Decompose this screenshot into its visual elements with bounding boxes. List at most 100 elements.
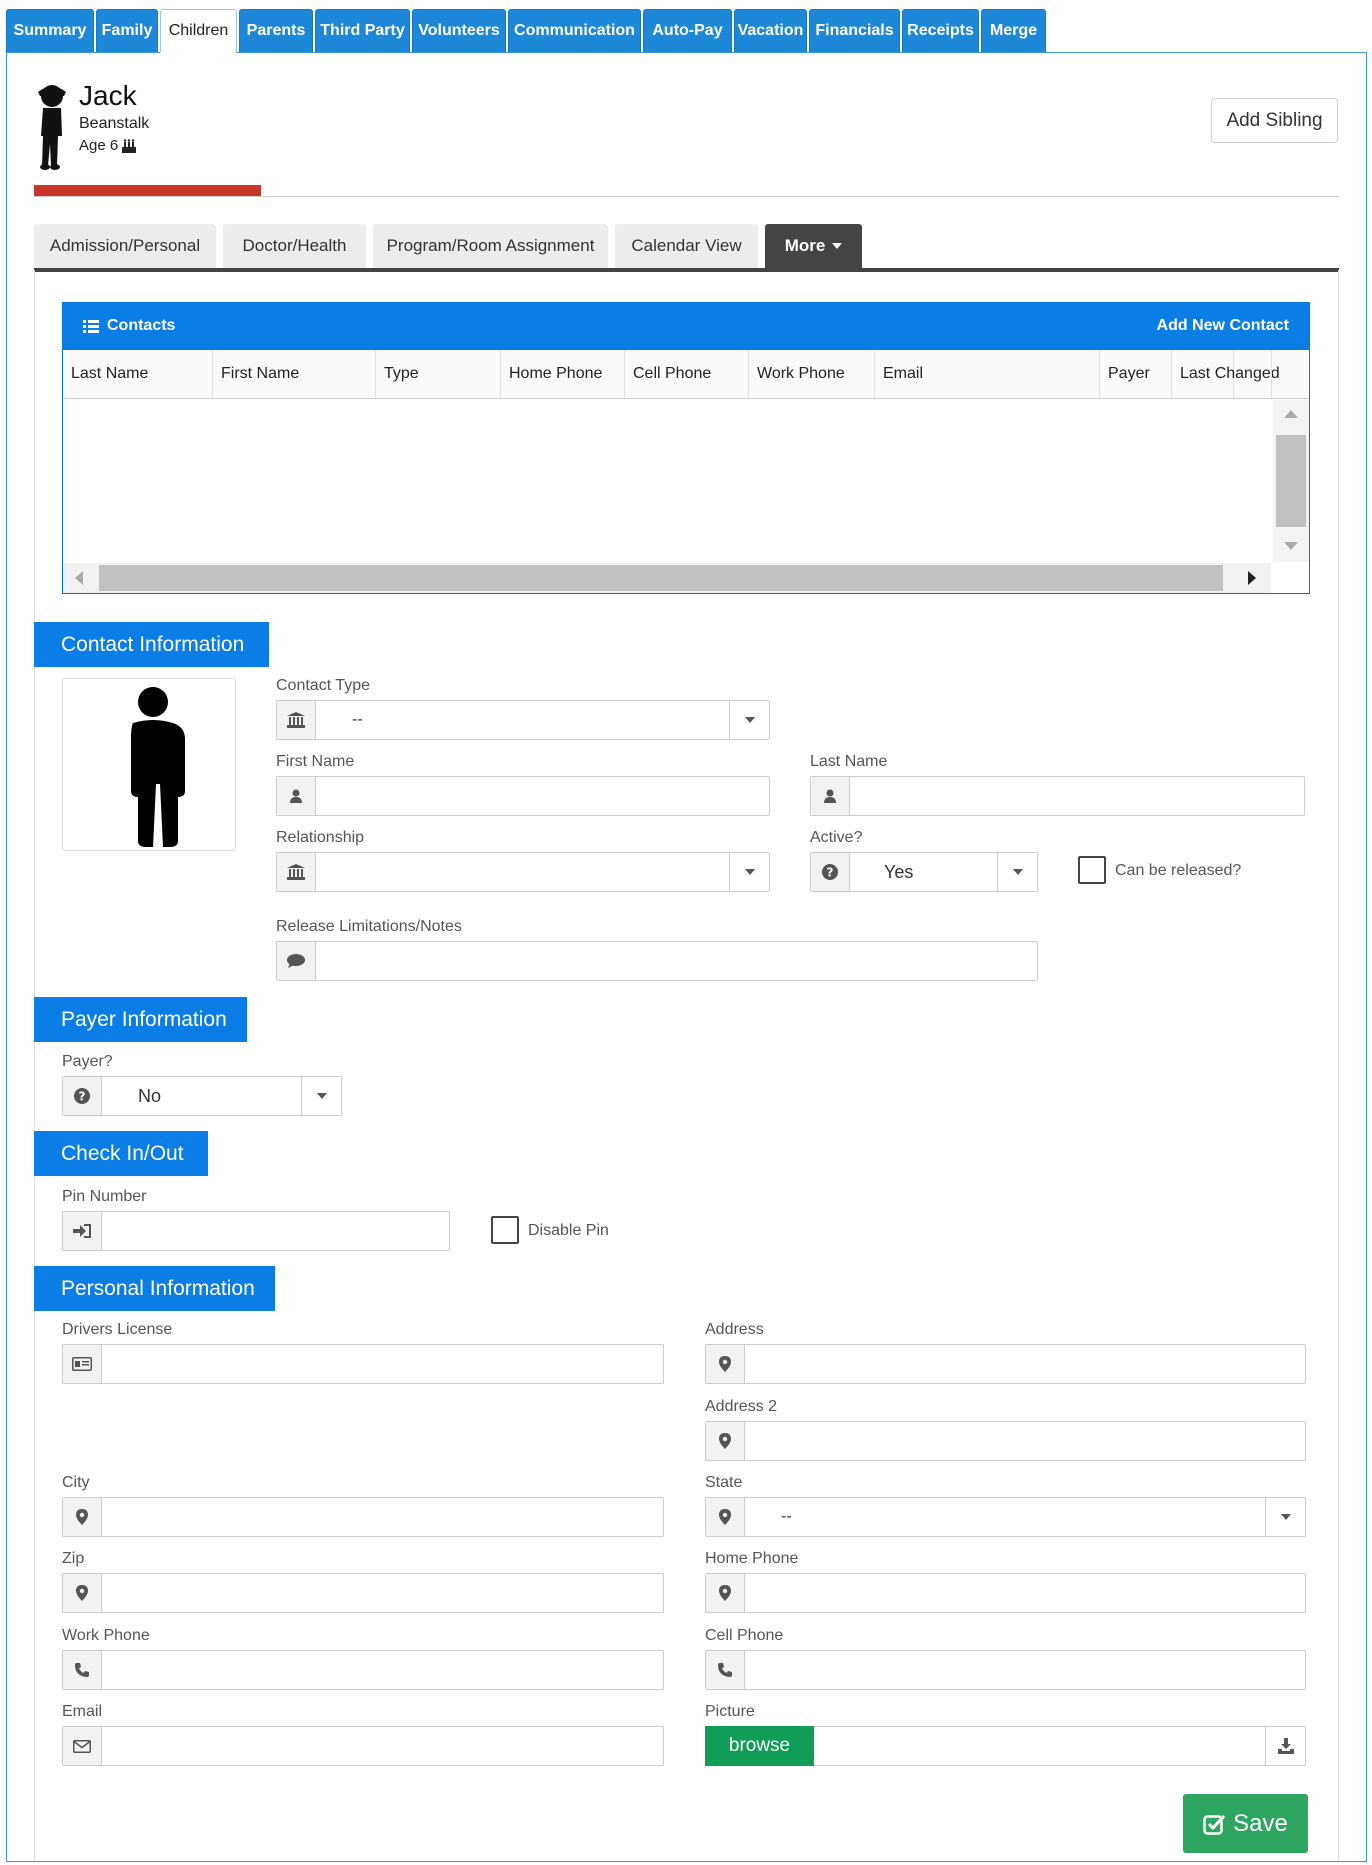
tab-summary[interactable]: Summary xyxy=(6,9,94,52)
child-first-name: Jack xyxy=(79,80,137,111)
browse-button[interactable]: browse xyxy=(705,1726,814,1766)
tab-doctor-health[interactable]: Doctor/Health xyxy=(223,224,366,268)
active-label: Active? xyxy=(810,829,863,846)
column-header-last-name[interactable]: Last Name xyxy=(63,350,213,398)
tab-parents[interactable]: Parents xyxy=(239,9,313,52)
vertical-scrollbar[interactable] xyxy=(1273,400,1309,562)
scroll-up-arrow-icon[interactable] xyxy=(1284,410,1298,418)
payer-value: No xyxy=(138,1085,162,1106)
tab-third-party[interactable]: Third Party xyxy=(315,9,410,52)
cell-phone-input[interactable] xyxy=(705,1650,1306,1690)
map-marker-icon xyxy=(63,1574,102,1612)
first-name-label: First Name xyxy=(276,753,355,770)
home-phone-label: Home Phone xyxy=(705,1550,799,1567)
release-notes-label: Release Limitations/Notes xyxy=(276,918,462,935)
column-header-last-changed[interactable]: Last Changed xyxy=(1172,350,1280,398)
address2-input[interactable] xyxy=(705,1421,1306,1461)
chevron-down-icon[interactable] xyxy=(1265,1498,1305,1536)
column-header-payer[interactable]: Payer xyxy=(1100,350,1172,398)
column-header-type[interactable]: Type xyxy=(376,350,501,398)
relationship-select[interactable] xyxy=(276,852,770,892)
tab-calendar-view[interactable]: Calendar View xyxy=(615,224,758,268)
section-personal-information: Personal Information xyxy=(34,1266,275,1311)
contact-photo[interactable] xyxy=(62,678,236,851)
chevron-down-icon[interactable] xyxy=(729,701,769,739)
add-new-contact-link[interactable]: Add New Contact xyxy=(1157,317,1289,335)
tab-children[interactable]: Children xyxy=(160,9,237,53)
contacts-grid: Contacts Add New Contact Last Name First … xyxy=(62,302,1310,594)
last-name-input[interactable] xyxy=(810,776,1305,816)
chevron-down-icon[interactable] xyxy=(301,1077,341,1115)
question-circle-icon: ? xyxy=(63,1077,102,1115)
save-button[interactable]: Save xyxy=(1183,1794,1308,1853)
horizontal-scrollbar[interactable] xyxy=(63,563,1271,593)
column-header-first-name[interactable]: First Name xyxy=(213,350,376,398)
tab-more[interactable]: More xyxy=(765,224,862,268)
section-contact-information: Contact Information xyxy=(34,622,269,667)
tab-vacation[interactable]: Vacation xyxy=(734,9,807,52)
tab-financials[interactable]: Financials xyxy=(809,9,900,52)
contact-type-label: Contact Type xyxy=(276,677,370,694)
phone-icon xyxy=(706,1651,745,1689)
question-circle-icon: ? xyxy=(811,853,850,891)
state-value: -- xyxy=(781,1508,792,1525)
phone-icon xyxy=(63,1651,102,1689)
check-square-icon xyxy=(1203,1813,1226,1835)
user-icon xyxy=(277,777,316,815)
tab-more-label: More xyxy=(784,236,826,255)
tab-family[interactable]: Family xyxy=(96,9,158,52)
column-header-home-phone[interactable]: Home Phone xyxy=(501,350,625,398)
child-age-row: Age 6 xyxy=(79,137,137,154)
chevron-down-icon[interactable] xyxy=(997,853,1037,891)
city-input[interactable] xyxy=(62,1497,664,1537)
disable-pin-checkbox[interactable] xyxy=(491,1216,519,1244)
scroll-left-arrow-icon[interactable] xyxy=(75,571,83,585)
email-label: Email xyxy=(62,1703,103,1720)
tab-program-room-assignment[interactable]: Program/Room Assignment xyxy=(373,224,608,268)
active-select[interactable]: ? Yes xyxy=(810,852,1038,892)
contact-type-select[interactable]: -- xyxy=(276,700,770,740)
column-header-email[interactable]: Email xyxy=(875,350,1100,398)
chevron-down-icon[interactable] xyxy=(729,853,769,891)
tab-merge[interactable]: Merge xyxy=(981,9,1046,52)
work-phone-input[interactable] xyxy=(62,1650,664,1690)
tab-communication[interactable]: Communication xyxy=(508,9,641,52)
last-name-label: Last Name xyxy=(810,753,888,770)
svg-text:?: ? xyxy=(79,1090,86,1104)
disable-pin-label: Disable Pin xyxy=(528,1222,609,1239)
child-silhouette-icon xyxy=(38,85,66,170)
tab-auto-pay[interactable]: Auto-Pay xyxy=(643,9,732,52)
bank-icon xyxy=(277,701,316,739)
vertical-scroll-thumb[interactable] xyxy=(1276,435,1306,527)
svg-text:?: ? xyxy=(827,866,834,880)
relationship-label: Relationship xyxy=(276,829,365,846)
home-phone-input[interactable] xyxy=(705,1573,1306,1613)
email-input[interactable] xyxy=(62,1726,664,1766)
tab-receipts[interactable]: Receipts xyxy=(902,9,979,52)
scroll-down-arrow-icon[interactable] xyxy=(1284,542,1298,550)
release-notes-input[interactable] xyxy=(276,941,1038,981)
contact-type-value: -- xyxy=(352,711,363,728)
column-header-cell-phone[interactable]: Cell Phone xyxy=(625,350,749,398)
horizontal-scroll-thumb[interactable] xyxy=(99,565,1223,591)
can-be-released-checkbox[interactable] xyxy=(1078,856,1106,884)
add-sibling-button[interactable]: Add Sibling xyxy=(1211,98,1338,143)
city-label: City xyxy=(62,1474,90,1491)
state-select[interactable]: -- xyxy=(705,1497,1306,1537)
tab-admission-personal[interactable]: Admission/Personal xyxy=(34,224,216,268)
first-name-input[interactable] xyxy=(276,776,770,816)
picture-file-input[interactable]: browse xyxy=(705,1726,1306,1766)
column-header-work-phone[interactable]: Work Phone xyxy=(749,350,875,398)
payer-label: Payer? xyxy=(62,1053,113,1070)
pin-number-input[interactable] xyxy=(62,1211,450,1251)
caret-down-icon xyxy=(832,243,843,249)
zip-input[interactable] xyxy=(62,1573,664,1613)
scroll-right-arrow-icon[interactable] xyxy=(1248,571,1256,585)
save-label: Save xyxy=(1233,1809,1288,1837)
tab-volunteers[interactable]: Volunteers xyxy=(412,9,506,52)
drivers-license-input[interactable] xyxy=(62,1344,664,1384)
download-icon[interactable] xyxy=(1265,1727,1305,1765)
address-input[interactable] xyxy=(705,1344,1306,1384)
id-card-icon xyxy=(63,1345,102,1383)
payer-select[interactable]: ? No xyxy=(62,1076,342,1116)
